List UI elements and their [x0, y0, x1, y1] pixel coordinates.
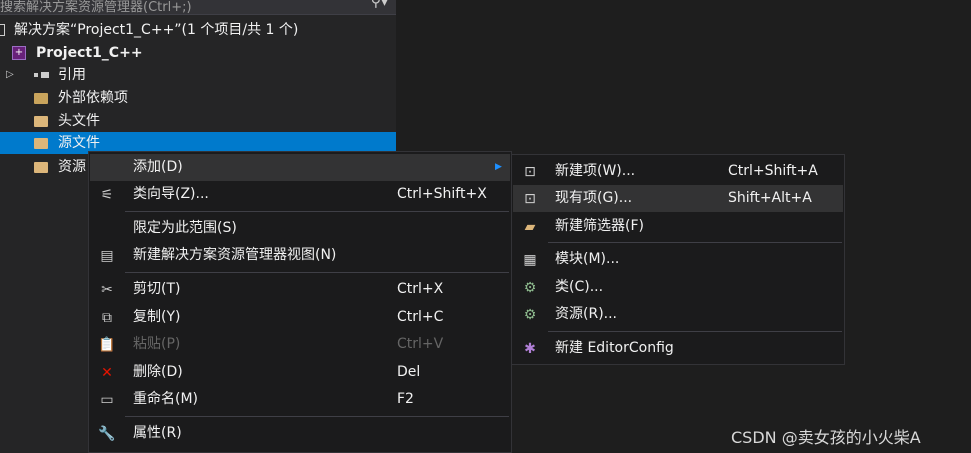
scissors-icon: ✂ [101, 282, 113, 298]
submenu-item-resource[interactable]: ⚙ 资源(R)... [513, 301, 843, 328]
menu-item-scope-to-this[interactable]: 限定为此范围(S) [90, 215, 510, 242]
submenu-item-new-item[interactable]: ⊡ 新建项(W)... Ctrl+Shift+A [513, 158, 843, 185]
editorconfig-icon: ✱ [524, 341, 536, 357]
solution-icon [0, 24, 5, 36]
delete-x-icon: ✕ [101, 365, 113, 381]
copy-icon: ⧉ [102, 310, 112, 326]
watermark-text: CSDN @卖女孩的小火柴A [731, 428, 921, 447]
menu-item-label: 新建 EditorConfig [555, 340, 674, 356]
cpp-project-icon: + [12, 46, 26, 60]
resource-icon: ⚙ [523, 307, 537, 323]
menu-item-shortcut: Ctrl+V [397, 336, 444, 352]
solution-label: 解决方案“Project1_C++”(1 个项目/共 1 个) [14, 22, 299, 38]
menu-item-label: 类向导(Z)... [133, 186, 209, 202]
tree-item-project[interactable]: + Project1_C++ [0, 42, 396, 64]
menu-item-properties[interactable]: 🔧 属性(R) [90, 420, 510, 447]
menu-item-label: 属性(R) [133, 425, 182, 441]
menu-item-cut[interactable]: ✂ 剪切(T) Ctrl+X [90, 276, 510, 303]
class-icon: ⚙ [523, 280, 537, 296]
menu-separator [125, 272, 509, 273]
submenu-item-class[interactable]: ⚙ 类(C)... [513, 274, 843, 301]
tree-item-label: 外部依赖项 [58, 90, 128, 106]
search-placeholder: 搜索解决方案资源管理器(Ctrl+;) [0, 0, 192, 15]
menu-item-add[interactable]: 添加(D) ▶ [90, 154, 510, 181]
menu-item-shortcut: Ctrl+C [397, 309, 444, 325]
menu-item-rename[interactable]: ▭ 重命名(M) F2 [90, 386, 510, 413]
references-icon [34, 72, 50, 78]
menu-item-shortcut: F2 [397, 391, 414, 407]
menu-item-label: 新建筛选器(F) [555, 218, 644, 234]
menu-item-label: 剪切(T) [133, 281, 181, 297]
existing-item-icon: ⊡ [524, 191, 536, 207]
filter-folder-icon [34, 138, 48, 149]
module-icon: ▦ [523, 252, 537, 268]
menu-item-copy[interactable]: ⧉ 复制(Y) Ctrl+C [90, 304, 510, 331]
external-dependencies-folder-icon [34, 93, 48, 104]
submenu-item-new-filter[interactable]: ▰ 新建筛选器(F) [513, 213, 843, 240]
menu-item-label: 添加(D) [133, 159, 183, 175]
menu-item-label: 复制(Y) [133, 309, 181, 325]
menu-item-label: 新建项(W)... [555, 163, 636, 179]
menu-item-label: 删除(D) [133, 364, 183, 380]
menu-item-shortcut: Shift+Alt+A [728, 190, 812, 206]
tree-item-label: 资源 [58, 159, 86, 175]
tree-item-label: 引用 [58, 67, 86, 83]
tree-item-header-files[interactable]: 头文件 [0, 110, 396, 132]
filter-folder-icon [34, 162, 48, 173]
rename-icon: ▭ [100, 392, 114, 408]
menu-item-label: 现有项(G)... [555, 190, 633, 206]
menu-separator [548, 242, 842, 243]
menu-item-shortcut: Ctrl+X [397, 281, 444, 297]
submenu-item-editorconfig[interactable]: ✱ 新建 EditorConfig [513, 335, 843, 362]
menu-item-label: 粘贴(P) [133, 336, 181, 352]
search-box[interactable]: 搜索解决方案资源管理器(Ctrl+;) ⚲▾ [0, 0, 396, 15]
submenu-item-module[interactable]: ▦ 模块(M)... [513, 246, 843, 273]
menu-item-new-explorer-view[interactable]: ▤ 新建解决方案资源管理器视图(N) [90, 242, 510, 269]
paste-icon: 📋 [98, 337, 116, 353]
menu-item-paste[interactable]: 📋 粘贴(P) Ctrl+V [90, 331, 510, 358]
menu-item-shortcut: Del [397, 364, 421, 380]
search-icon[interactable]: ⚲▾ [371, 0, 388, 10]
new-item-icon: ⊡ [524, 164, 536, 180]
menu-item-shortcut: Ctrl+Shift+A [728, 163, 818, 179]
menu-item-class-wizard[interactable]: ⚟ 类向导(Z)... Ctrl+Shift+X [90, 181, 510, 208]
new-filter-folder-icon: ▰ [524, 219, 536, 235]
tree-item-solution[interactable]: 解决方案“Project1_C++”(1 个项目/共 1 个) [0, 19, 396, 41]
tree-item-label: 头文件 [58, 113, 100, 129]
menu-item-label: 模块(M)... [555, 251, 620, 267]
wrench-icon: 🔧 [98, 426, 116, 442]
project-label: Project1_C++ [36, 45, 143, 61]
menu-item-label: 类(C)... [555, 279, 604, 295]
menu-item-label: 资源(R)... [555, 306, 618, 322]
tree-item-external-dependencies[interactable]: 外部依赖项 [0, 87, 396, 109]
menu-item-label: 重命名(M) [133, 391, 199, 407]
menu-item-delete[interactable]: ✕ 删除(D) Del [90, 359, 510, 386]
menu-item-label: 新建解决方案资源管理器视图(N) [133, 247, 337, 263]
menu-separator [548, 331, 842, 332]
submenu-arrow-icon: ▶ [495, 162, 502, 172]
tree-item-references[interactable]: ▷ 引用 [0, 64, 396, 86]
menu-separator [125, 416, 509, 417]
add-submenu: ⊡ 新建项(W)... Ctrl+Shift+A ⊡ 现有项(G)... Shi… [511, 154, 845, 365]
menu-item-shortcut: Ctrl+Shift+X [397, 186, 487, 202]
menu-item-label: 限定为此范围(S) [133, 220, 237, 236]
expand-arrow-icon[interactable]: ▷ [6, 64, 14, 86]
class-wizard-icon: ⚟ [100, 187, 114, 203]
new-view-icon: ▤ [100, 248, 114, 264]
menu-separator [125, 211, 509, 212]
context-menu: 添加(D) ▶ ⚟ 类向导(Z)... Ctrl+Shift+X 限定为此范围(… [88, 151, 512, 453]
submenu-item-existing-item[interactable]: ⊡ 现有项(G)... Shift+Alt+A [513, 185, 843, 212]
filter-folder-icon [34, 116, 48, 127]
